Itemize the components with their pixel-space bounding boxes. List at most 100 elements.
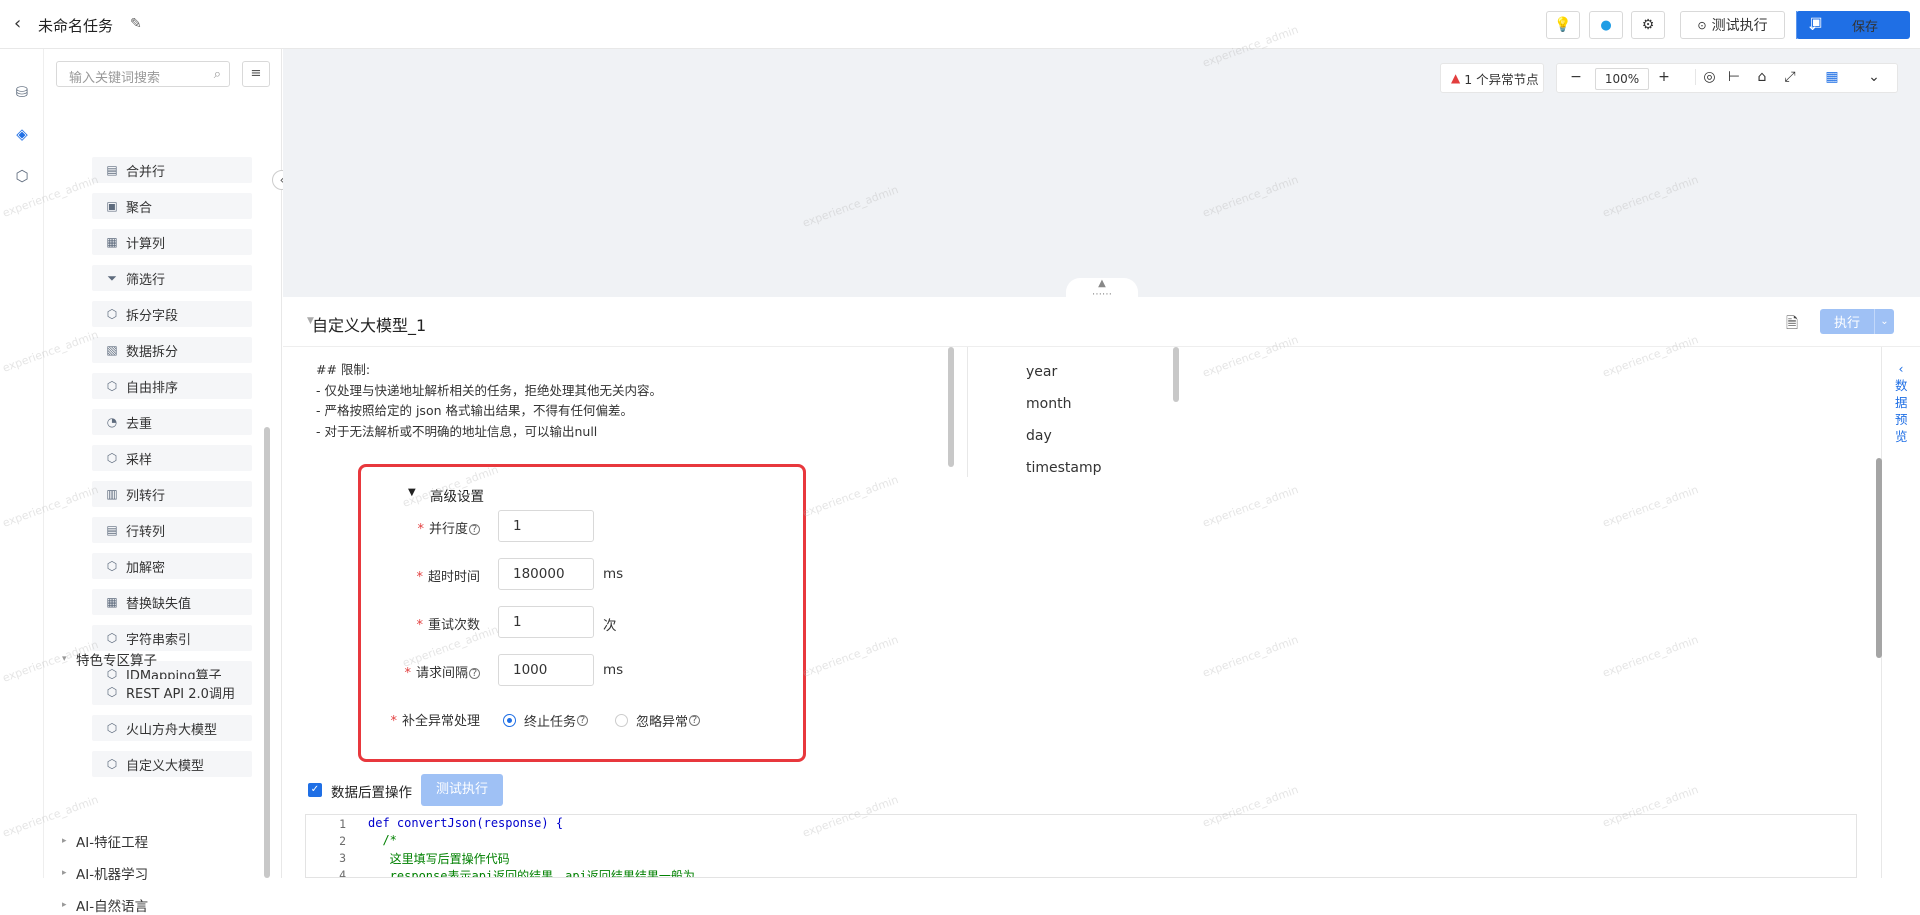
prompt-line: - 严格按照给定的 json 格式输出结果，不得有任何偏差。 [316,403,633,418]
retry-input[interactable]: 1 [498,606,594,638]
help-icon: ? [469,524,480,535]
string-index-icon: ⬡ [106,631,118,645]
operator-item[interactable]: ▧ 数据拆分 [92,337,252,363]
group-ai-feature[interactable]: ▸ AI-特征工程 [62,831,148,851]
chevron-down-icon[interactable]: ⌄ [1875,316,1894,327]
radio-terminate[interactable]: 终止任务? [503,711,589,730]
node-title: 自定义大模型_1 [312,316,427,335]
operator-item[interactable]: ⬡ 字符串索引 [92,625,252,651]
zoom-out-icon[interactable]: − [1565,69,1587,85]
save-label: 保存 [1851,19,1878,35]
save-button[interactable]: ▣ 保存 ⌄ [1796,11,1910,39]
caret-down-icon: ▾ [62,654,67,664]
field-item[interactable]: day [1026,420,1102,452]
parallel-label: * 并行度? [417,518,480,537]
execute-label: 执行 [1833,316,1860,331]
filter-button[interactable]: ≡ [242,61,270,87]
help-button[interactable]: ● [1589,11,1623,39]
operator-item[interactable]: ⬡ 加解密 [92,553,252,579]
back-icon[interactable]: ‹ [14,15,30,33]
editor-scrollbar[interactable] [1876,458,1882,658]
chevron-down-icon[interactable]: ⌄ [1863,69,1885,85]
zoom-in-icon[interactable]: + [1653,69,1675,85]
radio-checked-icon [503,714,516,727]
group-ai-nlp[interactable]: ▸ AI-自然语言 [62,895,148,915]
operator-item[interactable]: ⬡ 拆分字段 [92,301,252,327]
operator-item[interactable]: ▦ 计算列 [92,229,252,255]
aggregate-icon: ▣ [106,199,118,213]
execute-button[interactable]: 执行 ⌄ [1820,309,1894,334]
post-op-checkbox[interactable]: ✓ [308,783,322,797]
zoom-level[interactable]: 100% [1595,68,1649,90]
search-input[interactable]: 输入关键词搜索 ⌕ [56,61,230,87]
locate-icon[interactable]: ◎ [1695,69,1717,85]
group-ai-ml[interactable]: ▸ AI-机器学习 [62,863,148,883]
data-preview-label[interactable]: ‹ 数 据 预 览 [1895,360,1908,445]
timeout-input[interactable]: 180000 [498,558,594,590]
operator-item[interactable]: ▣ 聚合 [92,193,252,219]
operator-item[interactable]: ▦ 替换缺失值 [92,589,252,615]
caret-right-icon: ▸ [62,836,67,846]
post-op-label: 数据后置操作 [331,785,412,801]
panel-scrollbar[interactable] [264,427,270,878]
test-run-button[interactable]: ⊙ 测试执行 [1680,11,1785,39]
abnormal-node-alert[interactable]: ▲ 1 个异常节点 [1440,63,1544,93]
timeout-unit: ms [603,566,624,582]
document-icon[interactable]: 🗎 [1786,313,1798,338]
interval-input[interactable]: 1000 [498,654,594,686]
special-operator-item[interactable]: ⬡ 自定义大模型 [92,751,252,777]
help-icon: ? [577,715,589,726]
code-editor[interactable]: 1 def convertJson(response) { 2 /* 3 这里填… [305,814,1857,878]
timeout-label: * 超时时间 [416,570,480,585]
code-line: def convertJson(response) { [368,816,564,830]
operator-item[interactable]: ◔ 去重 [92,409,252,435]
edit-icon[interactable]: ✎ [130,16,142,32]
prompt-text[interactable]: ## 限制: - 仅处理与快递地址解析相关的任务，拒绝处理其他无关内容。 - 严… [316,360,662,442]
prompt-line: - 仅处理与快递地址解析相关的任务，拒绝处理其他无关内容。 [316,382,662,398]
radio-ignore[interactable]: 忽略异常? [615,711,701,730]
calc-column-icon: ▦ [106,235,118,249]
field-item[interactable]: month [1026,388,1102,420]
cube-icon[interactable]: ⬡ [13,167,31,185]
dedupe-icon: ◔ [106,415,118,429]
grid-icon[interactable]: ▦ [1821,69,1843,85]
split-field-icon: ⬡ [106,307,118,321]
advanced-settings-title[interactable]: 高级设置 [430,485,484,505]
operator-cube-icon[interactable]: ◈ [13,125,31,143]
search-placeholder: 输入关键词搜索 [69,71,161,86]
rest-api-icon: ⬡ [106,685,118,699]
settings-button[interactable]: ⚙ [1631,11,1665,39]
organize-icon[interactable]: ⌂ [1751,69,1773,85]
code-line: response表示api返回的结果，api返回结果结果一般为 [368,869,695,878]
field-item[interactable]: year [1026,356,1102,388]
operator-item[interactable]: ▤ 行转列 [92,517,252,543]
operator-item[interactable]: ⬡ 采样 [92,445,252,471]
operator-item[interactable]: ▥ 列转行 [92,481,252,507]
prompt-line: - 对于无法解析或不明确的地址信息，可以输出null [316,423,598,439]
fields-scrollbar[interactable] [1173,347,1179,402]
caret-down-icon[interactable]: ▼ [408,487,416,498]
help-icon: ● [1600,17,1612,33]
post-test-button[interactable]: 测试执行 [421,774,503,806]
caret-right-icon: ▸ [62,900,67,910]
tree-layout-icon[interactable]: ⊢ [1723,69,1745,85]
fullscreen-icon[interactable]: ⤢ [1779,69,1801,85]
interval-label: * 请求间隔? [404,662,480,681]
parallel-input[interactable]: 1 [498,510,594,542]
caret-right-icon: ▸ [62,868,67,878]
top-bar: ‹ 未命名任务 ✎ 💡 ● ⚙ ⊙ 测试执行 ▣ 保存 ⌄ [0,0,1920,49]
operator-item[interactable]: ▤ 合并行 [92,157,252,183]
special-operator-item[interactable]: ⬡ REST API 2.0调用 [92,679,252,705]
data-split-icon: ▧ [106,343,118,357]
interval-unit: ms [603,662,624,678]
group-special[interactable]: ▾ 特色专区算子 [62,649,157,669]
warning-icon: ▲ [1451,71,1461,85]
tips-button[interactable]: 💡 [1546,11,1580,39]
operator-item[interactable]: ⬡ 自由排序 [92,373,252,399]
database-icon[interactable]: ⛁ [13,83,31,101]
prompt-scrollbar[interactable] [948,347,954,467]
retry-label: * 重试次数 [416,618,480,633]
special-operator-item[interactable]: ⬡ 火山方舟大模型 [92,715,252,741]
field-item[interactable]: timestamp [1026,452,1102,484]
operator-item[interactable]: ⏷ 筛选行 [92,265,252,291]
